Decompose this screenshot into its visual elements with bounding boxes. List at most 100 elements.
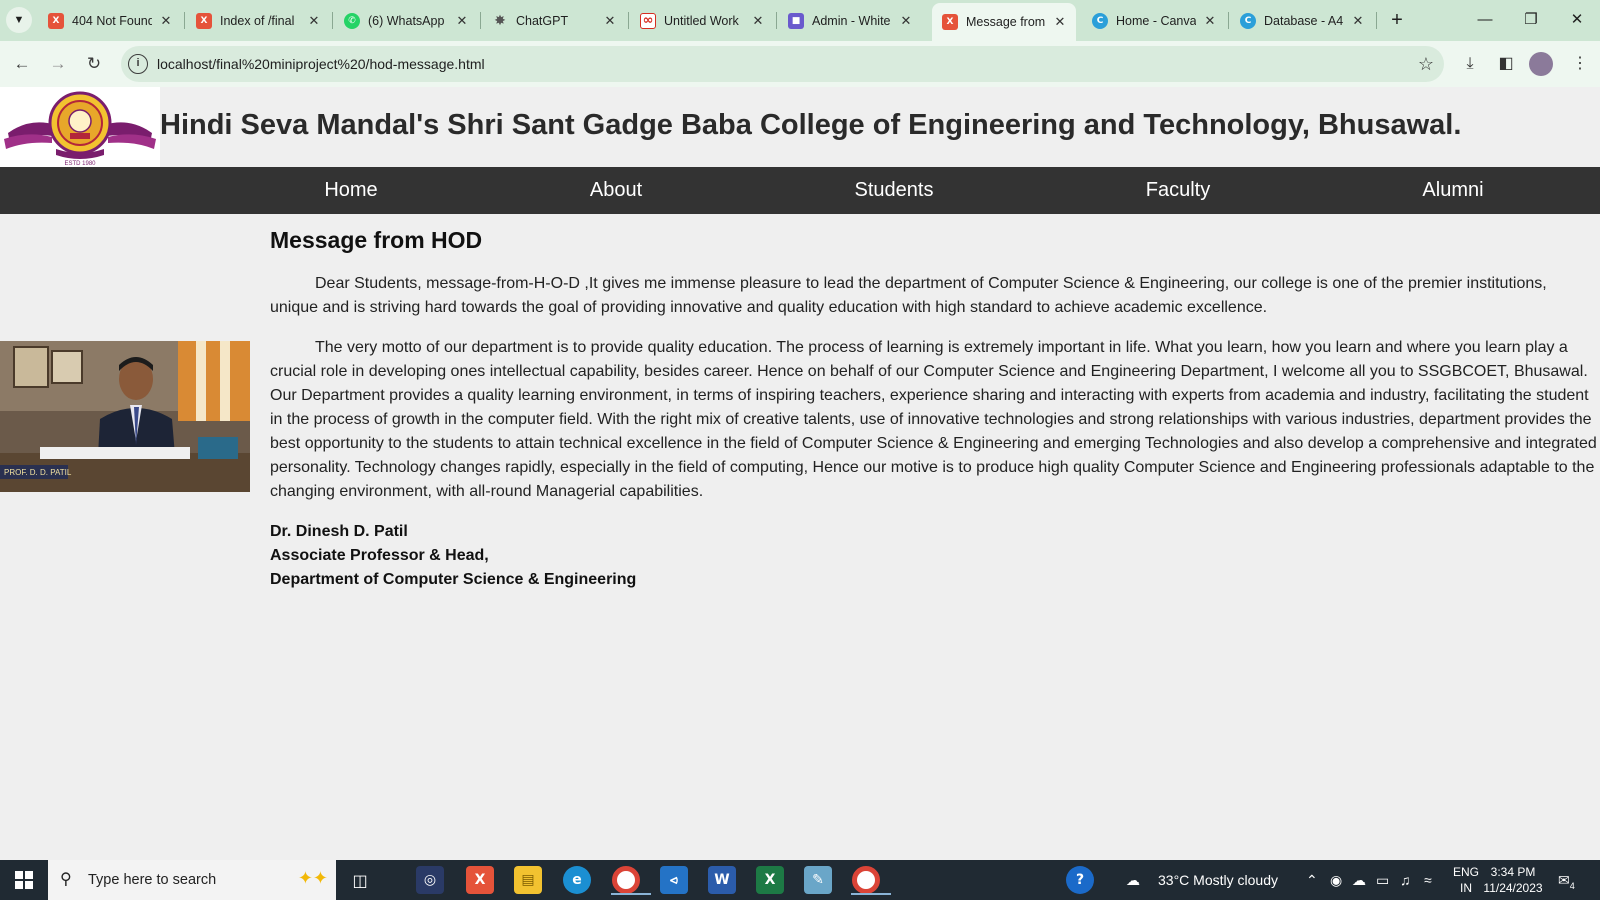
close-icon[interactable]: ✕	[306, 13, 322, 29]
battery-icon[interactable]: ▭	[1376, 860, 1389, 900]
taskbar-search[interactable]: ⚲ Type here to search ✦✦	[48, 860, 336, 900]
college-logo: ESTD 1980	[0, 87, 160, 167]
close-icon[interactable]: ✕	[454, 13, 470, 29]
windows-start-button[interactable]	[0, 860, 48, 900]
clock-date: 11/24/2023	[1483, 881, 1543, 895]
tab-divider	[480, 12, 481, 29]
canva-icon: C	[1240, 12, 1256, 29]
signature-name: Dr. Dinesh D. Patil	[270, 523, 408, 540]
xampp-icon: X	[196, 12, 212, 29]
browser-tab-active[interactable]: X Message from ✕	[932, 3, 1076, 41]
close-icon[interactable]: ✕	[1350, 13, 1366, 29]
tab-title: (6) WhatsApp	[368, 13, 445, 28]
tab-search-button[interactable]: ▼	[6, 7, 32, 33]
vscode-icon[interactable]: ⪦	[660, 866, 688, 894]
nav-home[interactable]: Home	[324, 167, 377, 214]
file-explorer-icon[interactable]: ▤	[514, 866, 542, 894]
close-icon[interactable]: ✕	[1202, 13, 1218, 29]
onedrive-icon[interactable]: ☁	[1352, 860, 1366, 900]
tab-title: Index of /final	[220, 13, 295, 28]
notes-app-icon[interactable]: ✎	[804, 866, 832, 894]
download-icon[interactable]: ⤓	[1456, 50, 1484, 78]
search-placeholder: Type here to search	[88, 872, 217, 888]
browser-tab[interactable]: ■ Admin - White ✕	[778, 6, 922, 35]
close-icon[interactable]: ✕	[898, 13, 914, 29]
tab-divider	[628, 12, 629, 29]
nav-alumni[interactable]: Alumni	[1422, 167, 1483, 214]
browser-tab-strip: ▼ X 404 Not Found ✕ X Index of /final ✕ …	[0, 0, 1600, 41]
tab-divider	[1376, 12, 1377, 29]
close-icon[interactable]: ✕	[602, 13, 618, 29]
xampp-icon: X	[942, 14, 958, 30]
close-icon[interactable]: ✕	[750, 13, 766, 29]
new-tab-button[interactable]: +	[1384, 7, 1410, 33]
meet-now-icon[interactable]: ◉	[1330, 860, 1342, 900]
site-info-icon[interactable]: i	[128, 54, 148, 74]
xampp-icon: X	[48, 12, 64, 29]
close-icon[interactable]: ✕	[158, 13, 174, 29]
site-header: ESTD 1980 Hindi Seva Mandal's Shri Sant …	[0, 87, 1600, 167]
nav-students[interactable]: Students	[855, 167, 934, 214]
excel-icon[interactable]: X	[756, 866, 784, 894]
weather-icon[interactable]: ☁	[1126, 860, 1140, 900]
tab-title: Untitled Work	[664, 13, 739, 28]
language-indicator[interactable]: ENG IN	[1452, 864, 1480, 896]
chatgpt-icon: ✸	[494, 12, 506, 29]
site-navigation: Home About Students Faculty Alumni	[0, 167, 1600, 214]
photo-nameplate: PROF. D. D. PATIL	[4, 468, 72, 477]
volume-icon[interactable]: ♫	[1400, 860, 1411, 900]
message-paragraph: The very motto of our department is to p…	[270, 339, 1597, 500]
weather-text[interactable]: 33°C Mostly cloudy	[1158, 860, 1278, 900]
hod-photo: PROF. D. D. PATIL	[0, 341, 250, 492]
browser-tab[interactable]: ✸ ChatGPT ✕	[482, 6, 626, 35]
message-heading: Message from HOD	[270, 227, 483, 253]
chrome-icon[interactable]	[611, 866, 651, 895]
browser-tab[interactable]: X Index of /final ✕	[186, 6, 330, 35]
notification-center-icon[interactable]: ✉4	[1558, 860, 1575, 900]
search-icon: ⚲	[60, 871, 72, 888]
signature-department: Department of Computer Science & Enginee…	[270, 571, 637, 588]
menu-kebab-icon[interactable]: ⋮	[1566, 50, 1594, 78]
browser-tab[interactable]: ✆ (6) WhatsApp ✕	[334, 6, 478, 35]
edge-icon[interactable]: e	[563, 866, 591, 894]
browser-toolbar: ← → ↻ i localhost/final%20miniproject%20…	[0, 41, 1600, 87]
address-bar[interactable]: i localhost/final%20miniproject%20/hod-m…	[121, 46, 1444, 82]
browser-tab[interactable]: ∞ Untitled Work ✕	[630, 6, 774, 35]
browser-tab[interactable]: C Database - A4 ✕	[1230, 6, 1374, 35]
tab-title: Home - Canva	[1116, 13, 1196, 28]
profile-avatar[interactable]	[1529, 52, 1553, 76]
glitch-icon: ∞	[640, 12, 656, 29]
close-icon[interactable]: ✕	[1052, 14, 1068, 30]
nav-about[interactable]: About	[590, 167, 642, 214]
browser-tab[interactable]: X 404 Not Found ✕	[38, 6, 182, 35]
restore-button[interactable]: ❐	[1508, 0, 1554, 40]
canva-icon: C	[1092, 12, 1108, 29]
chevron-up-icon[interactable]: ⌃	[1306, 860, 1318, 900]
message-paragraph: Dear Students, message-from-H-O-D ,It gi…	[270, 275, 1547, 316]
windows-logo-icon	[15, 871, 33, 889]
browser-tab[interactable]: C Home - Canva ✕	[1082, 6, 1226, 35]
tab-divider	[1228, 12, 1229, 29]
close-window-button[interactable]: ✕	[1554, 0, 1600, 40]
reload-button[interactable]: ↻	[80, 50, 108, 78]
back-button[interactable]: ←	[8, 50, 36, 78]
xampp-icon[interactable]: X	[466, 866, 494, 894]
chrome-icon[interactable]	[851, 866, 891, 895]
side-panel-icon[interactable]: ◧	[1492, 50, 1520, 78]
address-url[interactable]: localhost/final%20miniproject%20/hod-mes…	[157, 46, 485, 82]
app-icon-codeblocks[interactable]: ◎	[416, 866, 444, 894]
word-icon[interactable]: W	[708, 866, 736, 894]
wifi-icon[interactable]: ≈	[1424, 860, 1432, 900]
task-view-icon[interactable]: ◫	[346, 866, 374, 894]
bookmark-star-icon[interactable]: ☆	[1418, 46, 1434, 82]
tab-title: Admin - White	[812, 13, 891, 28]
minimize-button[interactable]: —	[1462, 0, 1508, 40]
forward-button[interactable]: →	[44, 50, 72, 78]
clock-time: 3:34 PM	[1490, 865, 1536, 879]
help-icon[interactable]: ?	[1066, 866, 1094, 894]
tab-title: Message from	[966, 15, 1046, 29]
whatsapp-icon: ✆	[344, 12, 360, 29]
taskbar-clock[interactable]: 3:34 PM 11/24/2023	[1478, 864, 1548, 896]
nav-faculty[interactable]: Faculty	[1146, 167, 1210, 214]
tab-title: Database - A4	[1264, 13, 1344, 28]
